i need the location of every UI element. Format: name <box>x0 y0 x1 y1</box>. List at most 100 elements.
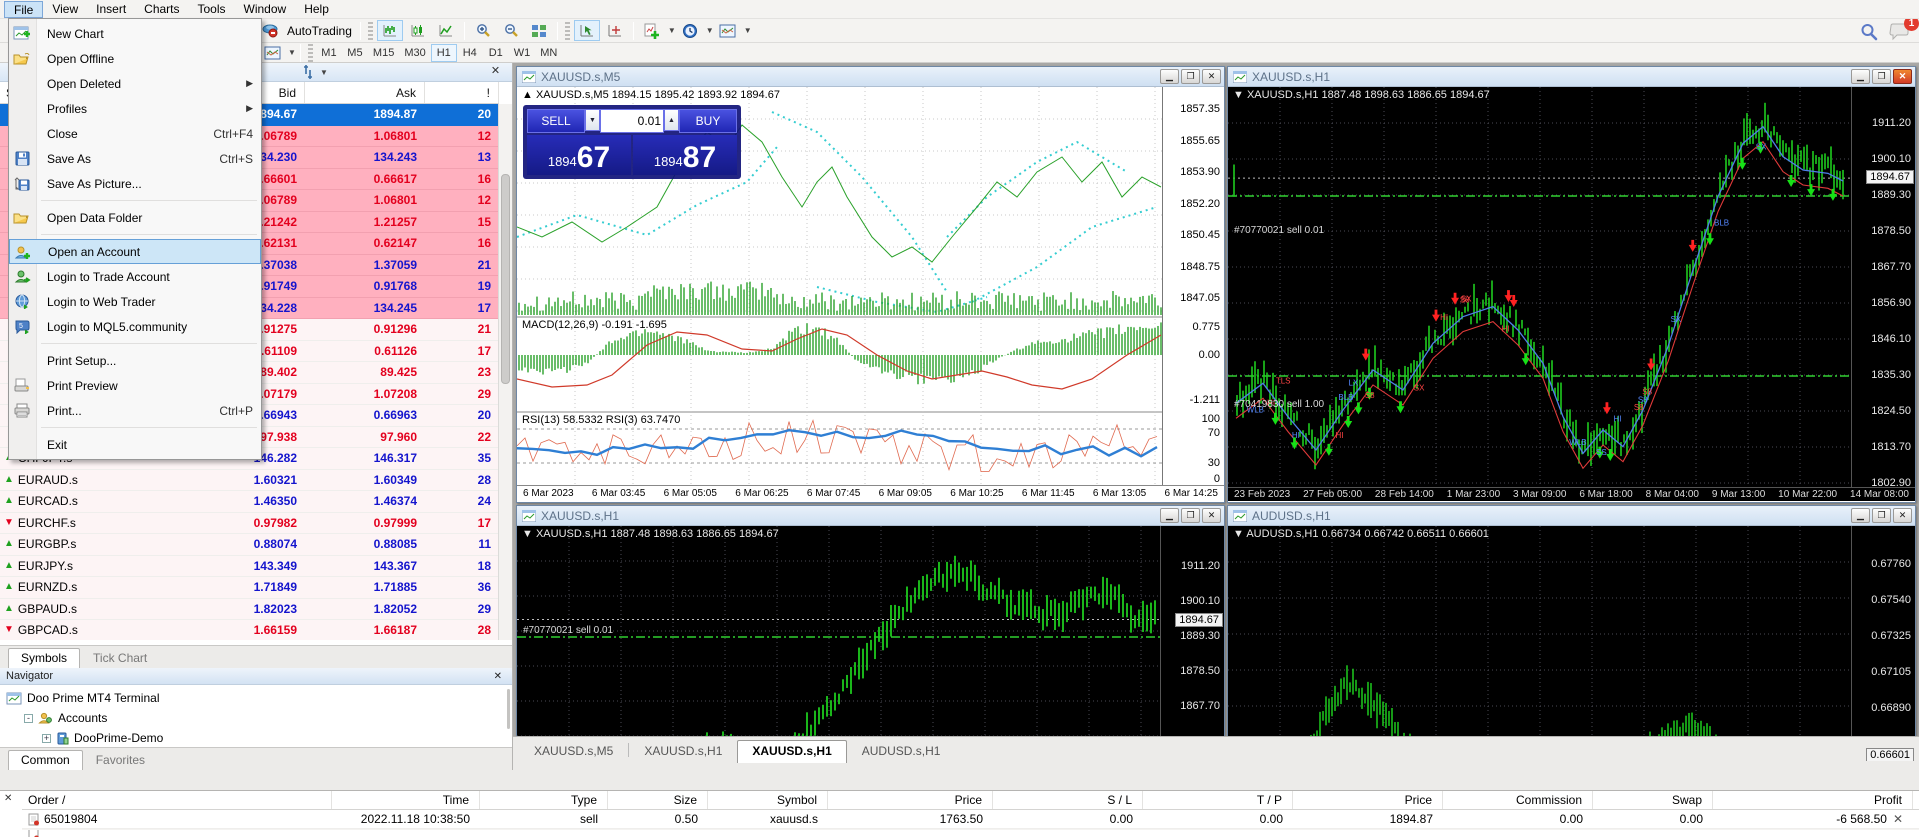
timeframe-h1[interactable]: H1 <box>431 44 457 62</box>
chart-window-audusd-h1[interactable]: AUDUSD.s,H1 ▁ ❐ ✕ ▼ AUDUSD.s,H1 0.66734 … <box>1227 505 1916 763</box>
minimize-icon[interactable]: ▁ <box>1160 69 1179 84</box>
navigator-scrollbar[interactable] <box>507 689 510 729</box>
crosshair-icon[interactable] <box>602 20 628 41</box>
periods-clock-icon[interactable] <box>677 20 703 41</box>
minimize-icon[interactable]: ▁ <box>1851 508 1870 523</box>
file-menu-item-open-deleted[interactable]: Open Deleted▶ <box>9 71 261 96</box>
timeframe-w1[interactable]: W1 <box>509 44 536 62</box>
add-indicator-caret-icon[interactable]: ▼ <box>668 26 676 35</box>
mw-col-spread[interactable]: ! <box>425 82 499 103</box>
tab-favorites[interactable]: Favorites <box>83 750 158 770</box>
menu-file[interactable]: File <box>4 1 43 18</box>
file-menu-item-exit[interactable]: Exit <box>9 432 261 457</box>
chart-window-title-bar[interactable]: AUDUSD.s,H1 ▁ ❐ ✕ <box>1228 506 1915 526</box>
chart-canvas-h1-main[interactable]: ▼ XAUUSD.s,H1 1887.48 1898.63 1886.65 18… <box>1228 87 1915 501</box>
h1-time-axis[interactable]: 23 Feb 202327 Feb 05:0028 Feb 14:001 Mar… <box>1228 487 1915 501</box>
line-chart-icon[interactable] <box>433 20 459 41</box>
chart-window-xauusd-m5[interactable]: XAUUSD.s,M5 ▁ ❐ ✕ ▲ XAUUSD.s,M5 1894.15 … <box>516 66 1225 503</box>
terminal-col-commission[interactable]: Commission <box>1443 791 1593 809</box>
mw-col-ask[interactable]: Ask <box>305 82 425 103</box>
chart-window-title-bar[interactable]: XAUUSD.s,M5 ▁ ❐ ✕ <box>517 67 1224 87</box>
add-indicator-icon[interactable] <box>639 20 665 41</box>
lot-decrease-icon[interactable]: ▼ <box>585 109 600 131</box>
terminal-col-tp[interactable]: T / P <box>1143 791 1293 809</box>
minimize-icon[interactable]: ▁ <box>1160 508 1179 523</box>
restore-icon[interactable]: ❐ <box>1181 508 1200 523</box>
cursor-icon[interactable] <box>574 20 600 41</box>
menu-view[interactable]: View <box>43 1 87 18</box>
menu-window[interactable]: Window <box>235 1 296 18</box>
file-menu-item-print-preview[interactable]: Print Preview <box>9 373 261 398</box>
timeframe-m5[interactable]: M5 <box>342 44 368 62</box>
close-icon[interactable]: ✕ <box>1893 69 1912 84</box>
timeframe-h4[interactable]: H4 <box>457 44 483 62</box>
close-icon[interactable]: ✕ <box>1202 508 1221 523</box>
buy-price[interactable]: 189487 <box>633 135 737 175</box>
terminal-col-type[interactable]: Type <box>480 791 608 809</box>
template-chart-caret-icon[interactable]: ▼ <box>744 26 752 35</box>
template-chart-caret-icon[interactable]: ▼ <box>288 48 296 57</box>
terminal-col-time[interactable]: Time <box>332 791 480 809</box>
search-icon[interactable] <box>1859 22 1879 42</box>
file-menu-item-login-to-web-trader[interactable]: Login to Web Trader <box>9 289 261 314</box>
market-watch-row[interactable]: ▲EURJPY.s143.349143.36718 <box>0 556 499 578</box>
lot-size-input[interactable] <box>601 114 663 128</box>
file-menu-item-open-offline[interactable]: Open Offline <box>9 46 261 71</box>
file-menu-item-login-to-trade-account[interactable]: Login to Trade Account <box>9 264 261 289</box>
lot-increase-icon[interactable]: ▲ <box>664 109 679 131</box>
expander-icon[interactable]: + <box>42 734 51 743</box>
notifications-icon[interactable]: 1 <box>1889 23 1911 41</box>
chart-window-title-bar[interactable]: XAUUSD.s,H1 ▁ ❐ ✕ <box>1228 67 1915 87</box>
chart-canvas-audusd[interactable]: ▼ AUDUSD.s,H1 0.66734 0.66742 0.66511 0.… <box>1228 526 1915 761</box>
timeframe-m30[interactable]: M30 <box>399 44 430 62</box>
symbols-sort-icon[interactable]: ▼ <box>300 64 328 80</box>
sell-button[interactable]: SELL <box>527 109 585 133</box>
market-watch-row[interactable]: ▲GBPAUD.s1.820231.8205229 <box>0 599 499 621</box>
tab-symbols[interactable]: Symbols <box>8 648 80 669</box>
expander-icon[interactable]: - <box>24 714 33 723</box>
bar-chart-icon[interactable] <box>377 20 403 41</box>
menu-help[interactable]: Help <box>295 1 338 18</box>
h1-small-price-scale[interactable]: 1894.67 1911.201900.101889.301878.501867… <box>1160 526 1224 761</box>
timeframe-mn[interactable]: MN <box>535 44 562 62</box>
chart-tab-1[interactable]: XAUUSD.s,H1 <box>629 740 737 763</box>
tab-tick-chart[interactable]: Tick Chart <box>80 648 160 668</box>
chart-window-title-bar[interactable]: XAUUSD.s,H1 ▁ ❐ ✕ <box>517 506 1224 526</box>
scrollbar-thumb[interactable] <box>501 174 510 384</box>
market-watch-row[interactable]: ▲EURCAD.s1.463501.4637424 <box>0 491 499 513</box>
file-menu-item-print-setup[interactable]: Print Setup... <box>9 348 261 373</box>
market-watch-row[interactable]: ▼EURCHF.s0.979820.9799917 <box>0 513 499 535</box>
autotrading-button[interactable]: AutoTrading <box>287 24 352 38</box>
market-watch-row[interactable]: ▲EURAUD.s1.603211.6034928 <box>0 470 499 492</box>
h1-price-scale[interactable]: 1894.67 1911.201900.101889.301878.501867… <box>1851 87 1915 487</box>
m5-time-axis[interactable]: 6 Mar 20236 Mar 03:456 Mar 05:056 Mar 06… <box>517 485 1224 501</box>
file-menu-item-open-data-folder[interactable]: Open Data Folder <box>9 205 261 230</box>
terminal-col-price[interactable]: Price <box>828 791 993 809</box>
terminal-col-size[interactable]: Size <box>608 791 708 809</box>
zoom-out-icon[interactable] <box>498 20 524 41</box>
restore-icon[interactable]: ❐ <box>1872 508 1891 523</box>
file-menu-item-print[interactable]: Print...Ctrl+P <box>9 398 261 423</box>
chart-canvas-m5[interactable]: ▲ XAUUSD.s,M5 1894.15 1895.42 1893.92 18… <box>517 87 1224 501</box>
order-row-partial[interactable] <box>22 829 1919 837</box>
chart-tab-2[interactable]: XAUUSD.s,H1 <box>737 740 846 763</box>
market-watch-row[interactable]: ▲EURGBP.s0.880740.8808511 <box>0 534 499 556</box>
terminal-col-price[interactable]: Price <box>1293 791 1443 809</box>
template-chart-icon[interactable] <box>715 20 741 41</box>
file-menu-item-save-as[interactable]: Save AsCtrl+S <box>9 146 261 171</box>
timeframe-d1[interactable]: D1 <box>483 44 509 62</box>
candlestick-chart-icon[interactable] <box>405 20 431 41</box>
market-watch-scrollbar[interactable] <box>498 104 512 640</box>
file-menu-item-save-as-picture[interactable]: Save As Picture... <box>9 171 261 196</box>
terminal-col-symbol[interactable]: Symbol <box>708 791 828 809</box>
file-menu-item-close[interactable]: CloseCtrl+F4 <box>9 121 261 146</box>
file-menu-item-login-to-mql5-community[interactable]: 5Login to MQL5.community <box>9 314 261 339</box>
restore-icon[interactable]: ❐ <box>1181 69 1200 84</box>
chart-canvas-h1-small[interactable]: ▼ XAUUSD.s,H1 1887.48 1898.63 1886.65 18… <box>517 526 1224 761</box>
file-menu-item-profiles[interactable]: Profiles▶ <box>9 96 261 121</box>
buy-button[interactable]: BUY <box>679 109 737 133</box>
timeframe-m1[interactable]: M1 <box>316 44 342 62</box>
file-menu-item-open-an-account[interactable]: Open an Account <box>9 239 261 264</box>
chart-window-xauusd-h1-small[interactable]: XAUUSD.s,H1 ▁ ❐ ✕ ▼ XAUUSD.s,H1 1887.48 … <box>516 505 1225 763</box>
order-row[interactable]: 650198042022.11.18 10:38:50sell0.50xauus… <box>22 810 1919 829</box>
